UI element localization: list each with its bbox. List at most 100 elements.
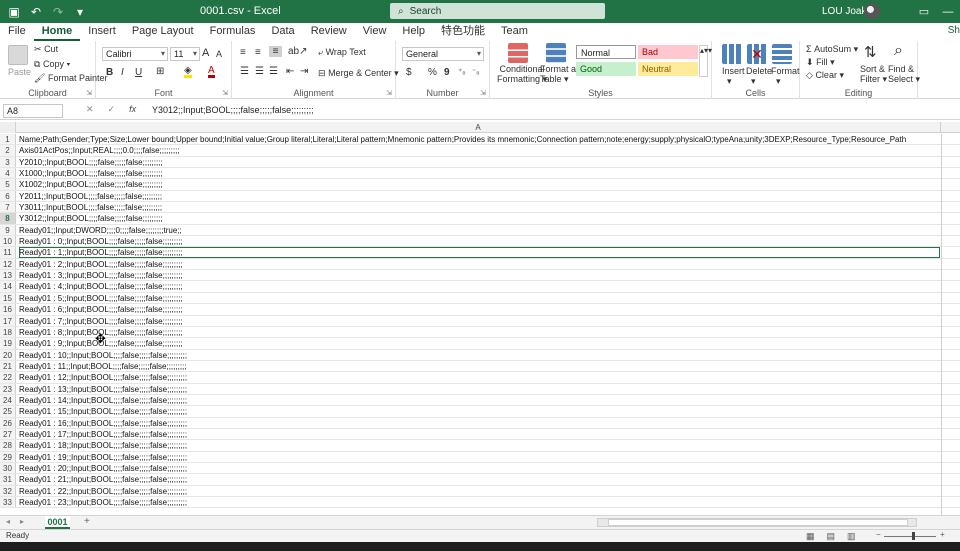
increase-decimal-icon[interactable]: ⁺₀ <box>458 67 466 76</box>
merge-center-button[interactable]: ⊟ Merge & Center ▾ <box>318 68 399 79</box>
prev-sheet-icon[interactable]: ◂ <box>6 517 10 526</box>
tab-formulas[interactable]: Formulas <box>202 23 264 41</box>
zoom-out-icon[interactable]: − <box>876 530 881 539</box>
clear-button[interactable]: ◇ Clear ▾ <box>806 70 844 81</box>
select-all-corner[interactable] <box>0 122 16 133</box>
redo-icon[interactable]: ↷ <box>50 4 66 20</box>
tab-special-features[interactable]: 特色功能 <box>433 23 493 41</box>
row-header[interactable]: 14 <box>0 281 16 292</box>
row-header[interactable]: 5 <box>0 179 16 190</box>
cell-a[interactable]: Ready01 : 5;;Input;BOOL;;;;false;;;;;fal… <box>19 293 940 303</box>
cell-a[interactable]: Ready01 : 1;;Input;BOOL;;;;false;;;;;fal… <box>19 247 940 258</box>
row-header[interactable]: 23 <box>0 383 16 394</box>
row-header[interactable]: 22 <box>0 372 16 383</box>
row-header[interactable]: 9 <box>0 224 16 236</box>
decrease-decimal-icon[interactable]: ⁻₀ <box>472 67 480 76</box>
cell-a[interactable]: Ready01 : 8;;Input;BOOL;;;;false;;;;;fal… <box>19 327 940 337</box>
cell-a[interactable]: Ready01 : 7;;Input;BOOL;;;;false;;;;;fal… <box>19 316 940 326</box>
cell-a[interactable]: Y2010;;Input;BOOL;;;;false;;;;;false;;;;… <box>19 157 940 167</box>
cell-a[interactable]: Ready01 : 15;;Input;BOOL;;;;false;;;;;fa… <box>19 406 940 416</box>
dialog-launcher-icon[interactable]: ⇲ <box>480 89 486 97</box>
tab-help[interactable]: Help <box>394 23 433 41</box>
search-box[interactable]: ⌕ Search <box>390 3 605 19</box>
align-center-icon[interactable]: ☰ <box>255 66 264 77</box>
row-header[interactable]: 17 <box>0 315 16 326</box>
sort-filter-icon[interactable]: ⇅ <box>864 43 877 61</box>
conditional-formatting-icon[interactable] <box>508 43 528 63</box>
zoom-in-icon[interactable]: + <box>940 530 945 539</box>
zoom-slider[interactable]: − + <box>876 530 946 541</box>
percent-button[interactable]: % <box>428 67 437 78</box>
sort-filter-button[interactable]: Sort & Filter ▾ <box>860 64 887 85</box>
minimize-icon[interactable]: — <box>936 0 960 23</box>
style-normal[interactable]: Normal <box>576 45 636 59</box>
row-header[interactable]: 24 <box>0 394 16 406</box>
cell-a[interactable]: Ready01 : 9;;Input;BOOL;;;;false;;;;;fal… <box>19 338 940 348</box>
cell-a[interactable]: Ready01 : 0;;Input;BOOL;;;;false;;;;;fal… <box>19 236 940 246</box>
row-header[interactable]: 20 <box>0 349 16 360</box>
dialog-launcher-icon[interactable]: ⇲ <box>386 89 392 97</box>
format-as-table-button[interactable]: Format as Table ▾ <box>540 64 581 85</box>
cell-a[interactable]: Ready01 : 4;;Input;BOOL;;;;false;;;;;fal… <box>19 281 940 291</box>
customize-qat-icon[interactable]: ▾ <box>72 4 88 20</box>
row-header[interactable]: 10 <box>0 236 16 247</box>
tab-insert[interactable]: Insert <box>80 23 124 41</box>
cell-a[interactable]: Ready01 : 16;;Input;BOOL;;;;false;;;;;fa… <box>19 418 940 428</box>
bold-button[interactable]: B <box>106 67 113 78</box>
cell-a[interactable]: Ready01 : 18;;Input;BOOL;;;;false;;;;;fa… <box>19 440 940 450</box>
enter-icon[interactable]: ✓ <box>108 104 116 115</box>
cancel-icon[interactable]: ✕ <box>86 104 94 115</box>
formula-input[interactable]: Y3012;;Input;BOOL;;;;false;;;;;false;;;;… <box>152 105 314 115</box>
cell-a[interactable]: Ready01 : 3;;Input;BOOL;;;;false;;;;;fal… <box>19 270 940 280</box>
row-header[interactable]: 21 <box>0 360 16 372</box>
page-layout-view-icon[interactable]: ▤ <box>827 531 836 542</box>
copy-button[interactable]: ⧉ Copy ▾ <box>34 59 70 70</box>
comma-button[interactable]: 9 <box>444 67 450 78</box>
avatar[interactable] <box>864 3 880 19</box>
row-header[interactable]: 27 <box>0 428 16 440</box>
fill-color-icon[interactable]: ◈ <box>184 66 192 78</box>
cell-a[interactable]: X1002;;Input;BOOL;;;;false;;;;;false;;;;… <box>19 179 940 189</box>
row-header[interactable]: 16 <box>0 304 16 315</box>
shrink-font-button[interactable]: A <box>216 49 222 59</box>
fill-button[interactable]: ⬇ Fill ▾ <box>806 57 835 68</box>
format-as-table-icon[interactable] <box>546 43 566 63</box>
format-cells-icon[interactable] <box>772 44 792 64</box>
row-header[interactable]: 29 <box>0 451 16 462</box>
find-select-button[interactable]: Find & Select ▾ <box>888 64 920 85</box>
tab-team[interactable]: Team <box>493 23 536 41</box>
borders-icon[interactable]: ⊞ <box>156 66 164 77</box>
tab-page-layout[interactable]: Page Layout <box>124 23 202 41</box>
row-header[interactable]: 18 <box>0 326 16 338</box>
cell-a[interactable]: Name;Path;Gender;Type;Size;Lower bound;U… <box>19 134 940 144</box>
align-bottom-icon[interactable]: ≡ <box>269 46 282 57</box>
tab-data[interactable]: Data <box>263 23 302 41</box>
normal-view-icon[interactable]: ▦ <box>806 531 815 542</box>
row-header[interactable]: 31 <box>0 474 16 485</box>
underline-button[interactable]: U <box>135 67 142 78</box>
cell-a[interactable]: Axis01ActPos;;Input;REAL;;;;0.0;;;;false… <box>19 145 940 155</box>
row-header[interactable]: 28 <box>0 440 16 451</box>
row-header[interactable]: 32 <box>0 485 16 496</box>
cell-a[interactable]: Ready01 : 22;;Input;BOOL;;;;false;;;;;fa… <box>19 486 940 496</box>
row-header[interactable]: 8 <box>0 213 16 224</box>
delete-button[interactable]: Delete ▾ <box>746 66 772 87</box>
horizontal-scroll-thumb[interactable] <box>608 519 908 526</box>
cell-a[interactable]: Ready01 : 14;;Input;BOOL;;;;false;;;;;fa… <box>19 395 940 405</box>
undo-icon[interactable]: ↶ <box>28 4 44 20</box>
increase-indent-icon[interactable]: ⇥ <box>300 66 308 77</box>
worksheet-grid[interactable]: A 1 Name;Path;Gender;Type;Size;Lower boun… <box>0 122 960 515</box>
row-header[interactable]: 11 <box>0 247 16 258</box>
align-middle-icon[interactable]: ≡ <box>255 47 261 58</box>
paste-icon[interactable] <box>8 45 28 65</box>
align-top-icon[interactable]: ≡ <box>240 47 246 58</box>
cell-a[interactable]: X1000;;Input;BOOL;;;;false;;;;;false;;;;… <box>19 168 940 178</box>
cell-a[interactable]: Ready01 : 21;;Input;BOOL;;;;false;;;;;fa… <box>19 474 940 484</box>
style-bad[interactable]: Bad <box>638 45 698 59</box>
cell-a[interactable]: Ready01 : 20;;Input;BOOL;;;;false;;;;;fa… <box>19 463 940 473</box>
row-header[interactable]: 7 <box>0 202 16 213</box>
grow-font-button[interactable]: A <box>202 47 209 59</box>
row-header[interactable]: 1 <box>0 134 16 145</box>
format-button[interactable]: Format ▾ <box>771 66 800 87</box>
decrease-indent-icon[interactable]: ⇤ <box>286 66 294 77</box>
